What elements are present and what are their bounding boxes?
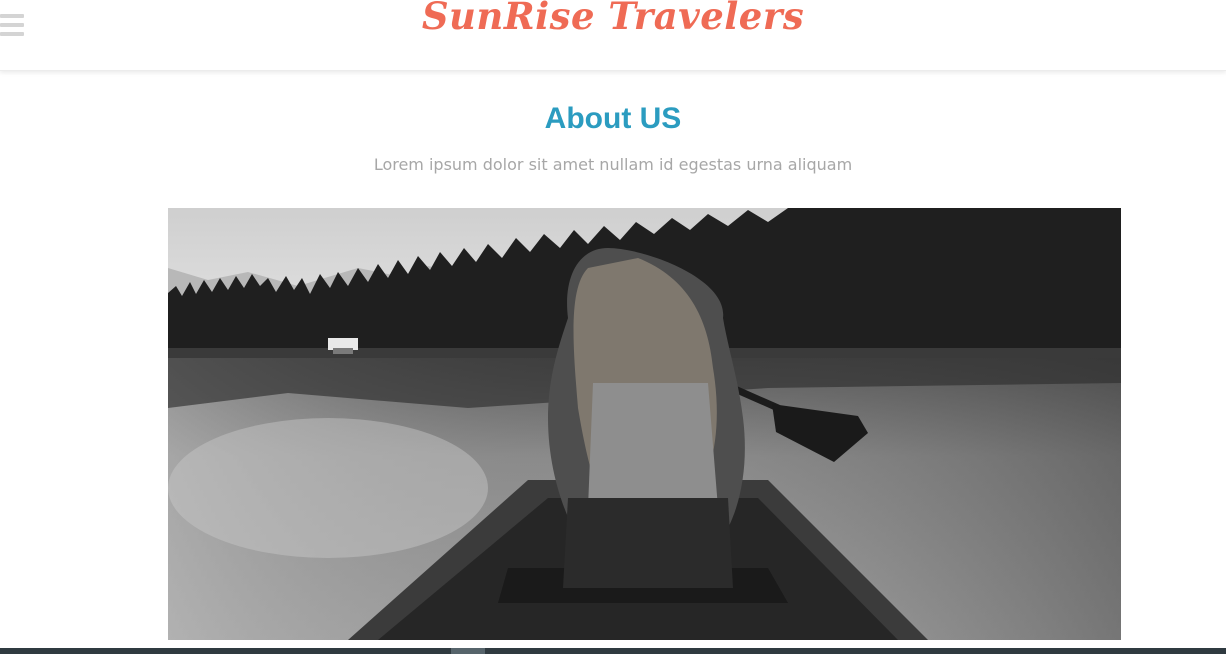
canoe-lake-image [168, 208, 1121, 640]
brand-logo[interactable]: SunRise Travelers [0, 0, 1226, 38]
footer-strip [0, 648, 1226, 654]
site-header: SunRise Travelers [0, 0, 1226, 71]
about-title: About US [544, 102, 682, 135]
about-subtitle: Lorem ipsum dolor sit amet nullam id ege… [373, 155, 853, 174]
footer-marker [451, 648, 485, 654]
about-photo [168, 208, 1121, 640]
